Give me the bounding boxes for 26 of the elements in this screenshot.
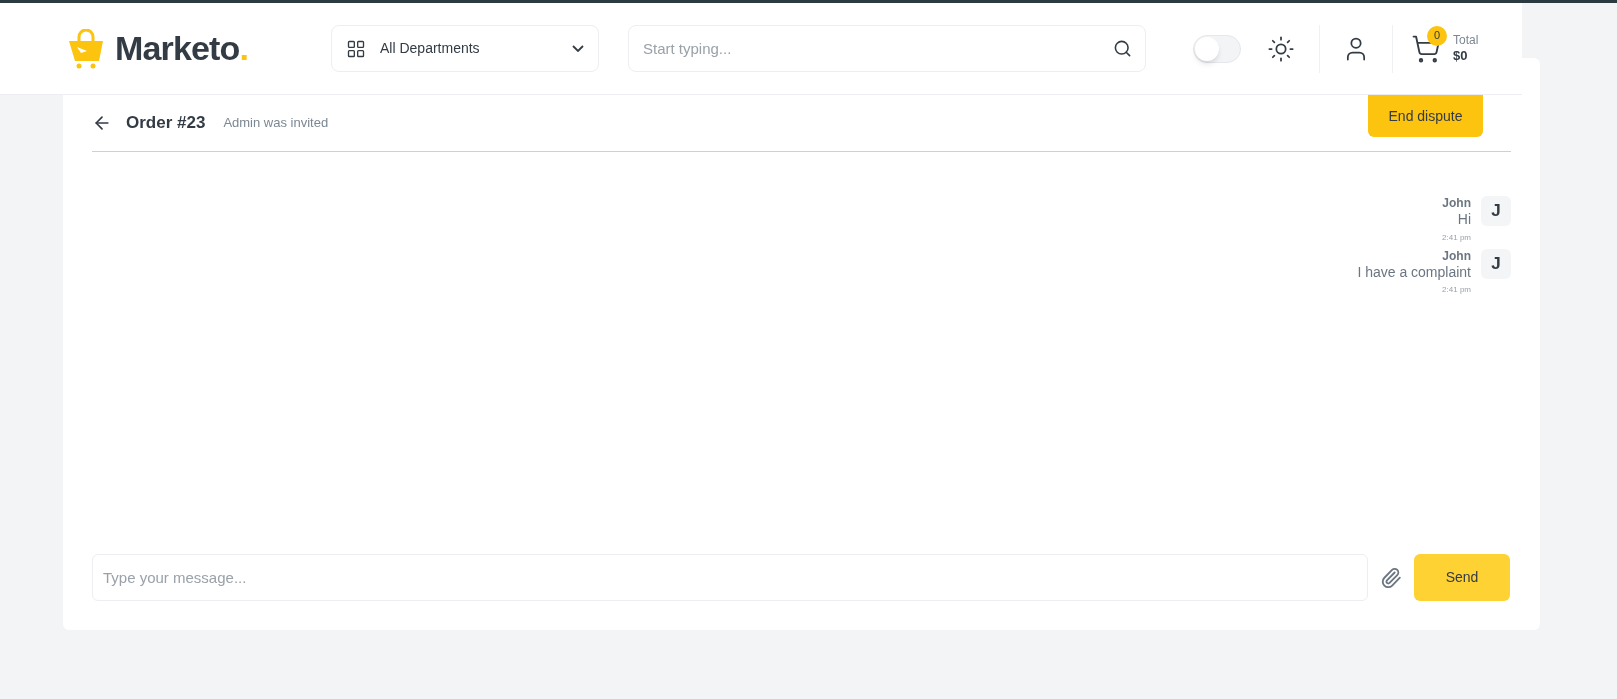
message-text: Hi (1457, 211, 1471, 229)
search-field[interactable]: Start typing... (628, 25, 1146, 72)
message-author: John (1442, 196, 1471, 211)
theme-toggle[interactable] (1193, 34, 1241, 63)
attachment-icon[interactable] (1380, 566, 1402, 589)
grid-icon (346, 38, 366, 59)
message-author: John (1442, 248, 1471, 264)
cart-total: $0 (1453, 47, 1469, 65)
avatar: J (1481, 248, 1511, 279)
send-button[interactable]: Send (1414, 554, 1510, 601)
departments-dropdown[interactable]: All Departments (331, 25, 599, 72)
message-time: 2:41 pm (1442, 285, 1471, 295)
cart-count-badge: 0 (1427, 25, 1447, 46)
total-label: Total (1453, 32, 1479, 48)
chat-status: Admin was invited (223, 114, 329, 133)
end-dispute-button[interactable]: End dispute (1368, 95, 1483, 137)
cart-icon[interactable] (1411, 33, 1441, 64)
message-text: I have a complaint (1357, 263, 1471, 281)
sun-icon[interactable] (1267, 34, 1295, 63)
chevron-down-icon (572, 45, 584, 52)
logo-text[interactable]: Marketo. (115, 23, 249, 74)
avatar: J (1481, 196, 1511, 226)
message-time: 2:41 pm (1442, 232, 1471, 243)
order-title: Order #23 (126, 112, 206, 135)
search-icon[interactable] (1113, 39, 1132, 58)
message-field[interactable]: Type your message... (92, 554, 1368, 601)
